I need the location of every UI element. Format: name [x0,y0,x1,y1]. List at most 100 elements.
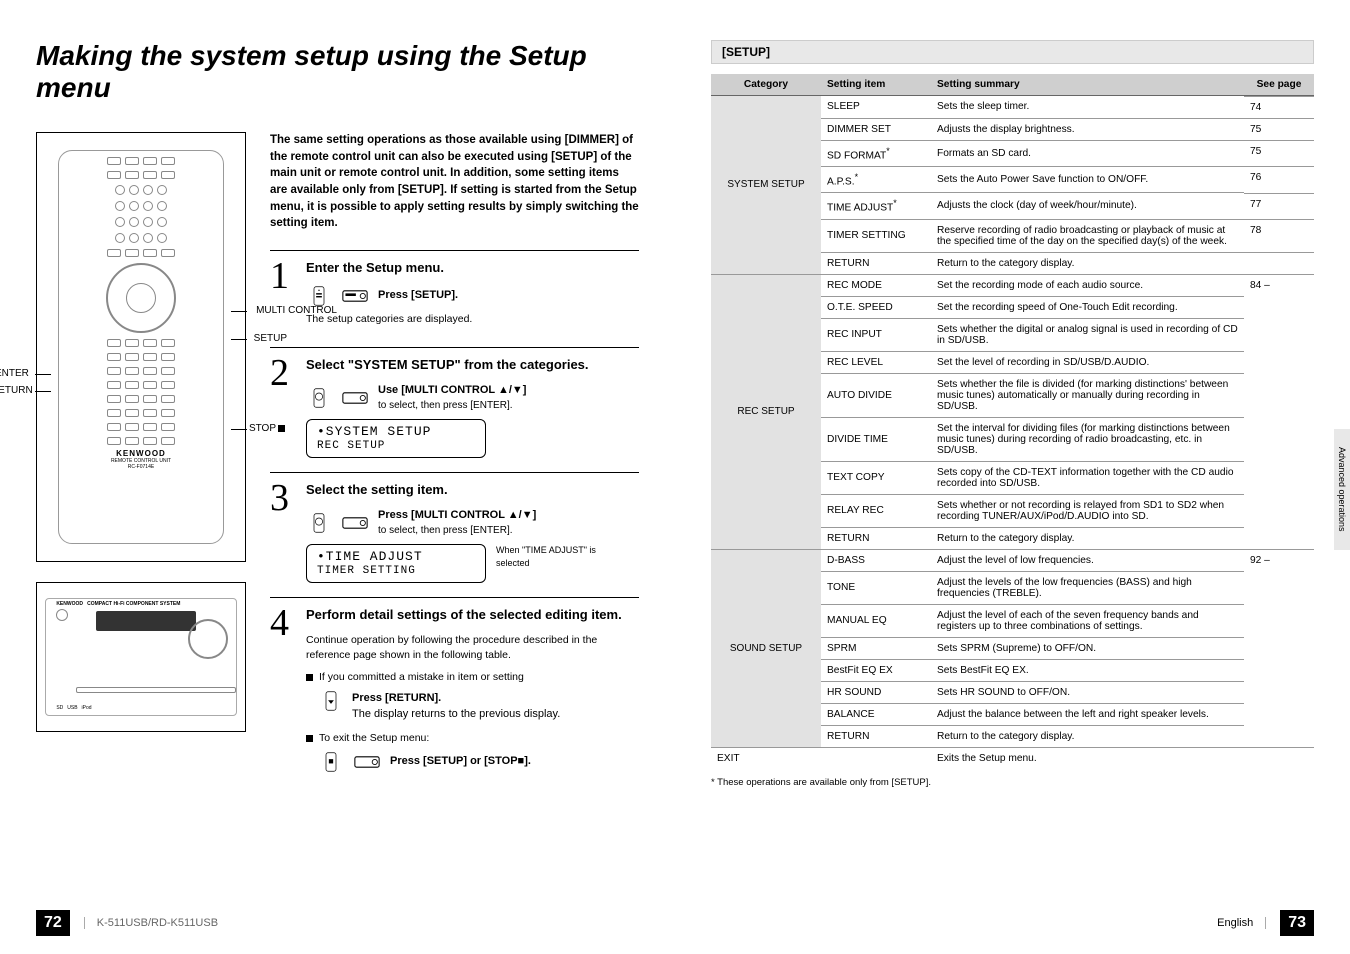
model-label: K-511USB/RD-K511USB [84,917,218,929]
item-cell: TEXT COPY [821,461,931,494]
unit-badges: SDUSBiPod [56,705,91,711]
asterisk-icon: * [886,146,890,156]
category-cell: EXIT [711,747,821,769]
remote-icon [318,691,344,711]
step-number: 3 [270,481,298,583]
lcd-display: •TIME ADJUST TIMER SETTING [306,544,486,583]
step-1: 1 Enter the Setup menu. Press [SETUP]. T… [270,250,639,333]
item-cell [821,747,931,769]
page-cell: 75 [1244,140,1314,162]
summary-cell: Sets copy of the CD-TEXT information tog… [931,461,1244,494]
unit-icon [342,286,368,306]
section-header: [SETUP] [711,40,1314,64]
step-number: 4 [270,606,298,778]
step-number: 2 [270,356,298,458]
volume-knob-icon [188,619,228,659]
page-cell [1244,252,1314,263]
summary-cell: Sets whether the file is divided (for ma… [931,373,1244,417]
exit-bullet: To exit the Setup menu: [306,731,639,746]
callout-enter: ENTER [0,368,29,379]
left-page: Making the system setup using the Setup … [0,0,675,954]
item-cell: BestFit EQ EX [821,659,931,681]
table-row: SYSTEM SETUPSLEEPSets the sleep timer.74 [711,96,1314,119]
summary-cell: Return to the category display. [931,252,1244,274]
remote-icon [318,752,344,772]
item-cell: D-BASS [821,549,931,571]
side-tab: Advanced operations [1334,429,1350,550]
th-item: Setting item [821,74,931,96]
table-row: SOUND SETUPD-BASSAdjust the level of low… [711,549,1314,571]
asterisk-icon: * [855,172,859,182]
item-cell: TIMER SETTING [821,219,931,252]
summary-cell: Sets the Auto Power Save function to ON/… [931,166,1244,192]
step-title: Select the setting item. [306,481,639,500]
remote-model-label2: RC-F0714E [59,464,223,470]
summary-cell: Set the recording speed of One-Touch Edi… [931,296,1244,318]
disc-slot-icon [76,687,236,693]
item-cell: RETURN [821,527,931,549]
lcd-line2: TIMER SETTING [317,565,475,578]
unit-icon [354,752,380,772]
item-cell: MANUAL EQ [821,604,931,637]
unit-display [96,611,196,631]
item-cell: SD FORMAT* [821,140,931,166]
right-footer: English 73 [1217,910,1314,936]
summary-cell: Adjust the balance between the left and … [931,703,1244,725]
item-cell: O.T.E. SPEED [821,296,931,318]
press-multi-enter-label: Use [MULTI CONTROL ▲/▼] to select, then … [378,383,526,413]
page-number: 73 [1280,910,1314,936]
category-cell: REC SETUP [711,274,821,549]
step-title: Enter the Setup menu. [306,259,639,278]
summary-cell: Adjust the level of low frequencies. [931,549,1244,571]
summary-cell: Sets BestFit EQ EX. [931,659,1244,681]
power-icon [56,609,68,621]
step-4: 4 Perform detail settings of the selecte… [270,597,639,778]
summary-cell: Sets HR SOUND to OFF/ON. [931,681,1244,703]
summary-cell: Return to the category display. [931,725,1244,747]
setup-table: Category Setting item Setting summary Se… [711,74,1314,769]
square-bullet-icon [306,735,313,742]
item-cell: SPRM [821,637,931,659]
press-setup-stop-label: Press [SETUP] or [STOP■]. [390,754,531,770]
callout-setup: SETUP [254,333,287,344]
lcd-line1: •TIME ADJUST [317,549,475,565]
summary-cell: Adjusts the clock (day of week/hour/minu… [931,193,1244,219]
th-category: Category [711,74,821,96]
instructions-column: The same setting operations as those ava… [270,132,639,792]
press-setup-label: Press [SETUP]. [378,288,458,304]
step-number: 1 [270,259,298,333]
square-bullet-icon [306,674,313,681]
summary-cell: Adjust the level of each of the seven fr… [931,604,1244,637]
left-footer: 72 K-511USB/RD-K511USB [36,910,218,936]
press-multi-enter-label: Press [MULTI CONTROL ▲/▼] to select, the… [378,508,536,538]
summary-cell: Formats an SD card. [931,140,1244,166]
page-cell: 77 [1244,193,1314,215]
remote-illustration: KENWOOD REMOTE CONTROL UNIT RC-F0714E EN… [36,132,246,562]
item-cell: RETURN [821,252,931,274]
item-cell: SLEEP [821,96,931,119]
step4-sub: Continue operation by following the proc… [306,633,639,663]
callout-multi-control: MULTI CONTROL [256,305,337,316]
asterisk-icon: * [893,198,897,208]
step-title: Perform detail settings of the selected … [306,606,639,625]
summary-cell: Adjust the levels of the low frequencies… [931,571,1244,604]
item-cell: RETURN [821,725,931,747]
item-cell: DIVIDE TIME [821,417,931,461]
remote-icon [306,513,332,533]
intro-text: The same setting operations as those ava… [270,132,639,232]
page-cell: 78 [1244,219,1314,241]
lcd-line2: REC SETUP [317,440,475,453]
item-cell: REC INPUT [821,318,931,351]
th-page: See page [1244,74,1314,96]
page-number: 72 [36,910,70,936]
summary-cell: Return to the category display. [931,527,1244,549]
item-cell: AUTO DIVIDE [821,373,931,417]
summary-cell: Adjusts the display brightness. [931,118,1244,140]
mistake-bullet: If you committed a mistake in item or se… [306,670,639,685]
item-cell: DIMMER SET [821,118,931,140]
item-cell: REC MODE [821,274,931,296]
language-label: English [1217,917,1266,929]
step1-sub: The setup categories are displayed. [306,312,639,327]
press-return-label: Press [RETURN]. [352,691,639,707]
callout-stop: STOP [249,423,285,434]
